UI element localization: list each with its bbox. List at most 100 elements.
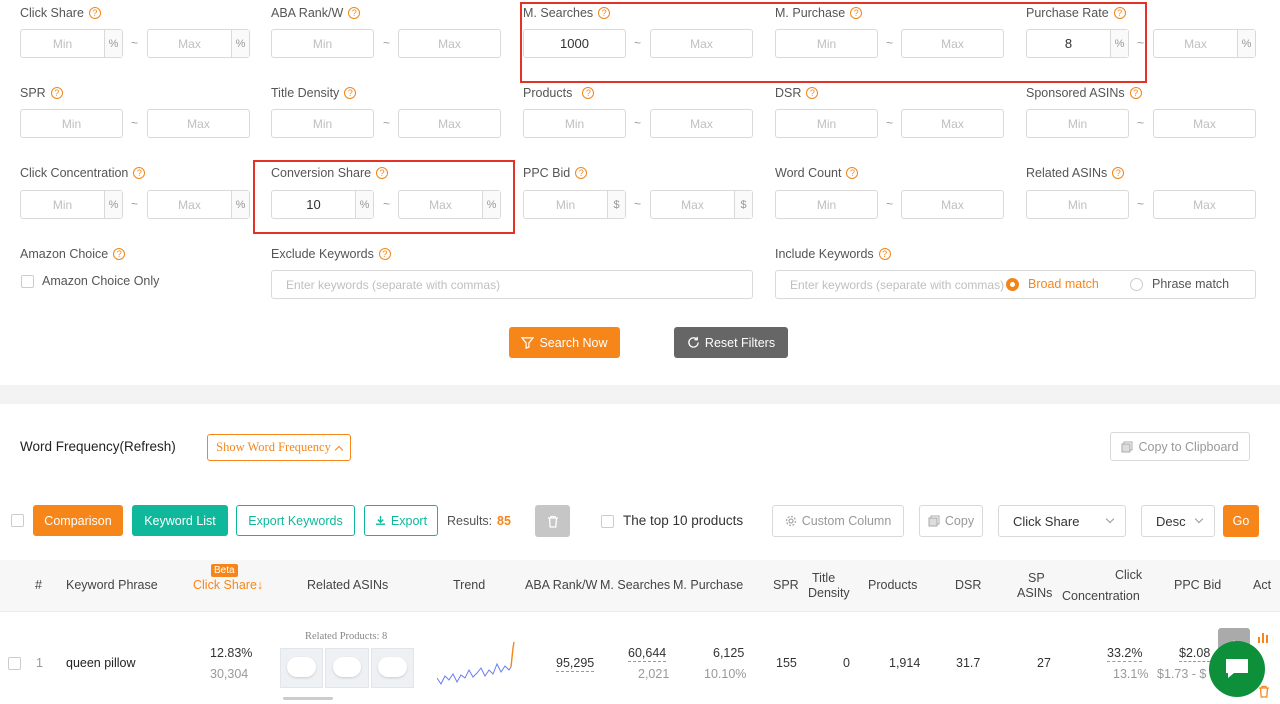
- ppc-bid-min-input[interactable]: Min $: [523, 190, 626, 219]
- chat-button[interactable]: [1209, 641, 1265, 697]
- export-button[interactable]: Export: [364, 505, 438, 536]
- related-asins-max-input[interactable]: Max: [1153, 190, 1256, 219]
- related-products-thumbnails[interactable]: [280, 648, 414, 688]
- search-now-button[interactable]: Search Now: [509, 327, 620, 358]
- help-icon[interactable]: ?: [575, 167, 588, 179]
- col-click-share[interactable]: Click Share↓: [193, 578, 263, 593]
- col-keyword[interactable]: Keyword Phrase: [66, 578, 158, 593]
- click-concentration-max-input[interactable]: Max%: [147, 190, 250, 219]
- amazon-choice-label: Amazon Choice?: [20, 247, 126, 261]
- word-count-max-input[interactable]: Max: [901, 190, 1004, 219]
- products-min-input[interactable]: Min: [523, 109, 626, 138]
- custom-column-button[interactable]: Custom Column: [772, 505, 904, 537]
- keyword-list-button[interactable]: Keyword List: [132, 505, 228, 536]
- col-sp-asins-line2[interactable]: ASINs: [1017, 586, 1052, 601]
- select-all-checkbox[interactable]: [11, 514, 24, 527]
- sort-field-select[interactable]: Click Share: [998, 505, 1126, 537]
- row-aba-rank[interactable]: 95,295: [556, 656, 595, 672]
- products-max-input[interactable]: Max: [650, 109, 753, 138]
- sponsored-asins-min-input[interactable]: Min: [1026, 109, 1129, 138]
- help-icon[interactable]: ?: [378, 248, 391, 260]
- title-density-min-input[interactable]: Min: [271, 109, 374, 138]
- spr-max-input[interactable]: Max: [147, 109, 250, 138]
- help-icon[interactable]: ?: [88, 7, 101, 19]
- bar-chart-icon[interactable]: [1257, 630, 1271, 644]
- broad-match-label[interactable]: Broad match: [1028, 277, 1099, 291]
- help-icon[interactable]: ?: [344, 87, 357, 99]
- help-icon[interactable]: ?: [133, 167, 146, 179]
- col-m-searches[interactable]: M. Searches: [600, 578, 670, 593]
- click-share-max-input[interactable]: Max%: [147, 29, 250, 58]
- col-spr[interactable]: SPR: [773, 578, 799, 593]
- word-frequency-title[interactable]: Word Frequency(Refresh): [20, 439, 176, 454]
- col-m-purchase[interactable]: M. Purchase: [673, 578, 743, 593]
- top10-label[interactable]: The top 10 products: [623, 513, 743, 528]
- top10-checkbox[interactable]: [601, 515, 614, 528]
- col-click-concentration-line2[interactable]: Concentration: [1062, 589, 1140, 604]
- col-dsr[interactable]: DSR: [955, 578, 981, 593]
- export-keywords-button[interactable]: Export Keywords: [236, 505, 355, 536]
- amazon-choice-checkbox-label[interactable]: Amazon Choice Only: [42, 274, 159, 288]
- col-title-density-line2[interactable]: Density: [808, 586, 850, 601]
- word-count-min-input[interactable]: Min: [775, 190, 878, 219]
- trash-icon[interactable]: [1257, 685, 1271, 699]
- purchase-rate-max-input[interactable]: Max%: [1153, 29, 1256, 58]
- col-ppc-bid[interactable]: PPC Bid: [1174, 578, 1221, 593]
- thumbnail-scrollbar[interactable]: [283, 697, 333, 700]
- product-thumbnail[interactable]: [325, 648, 369, 688]
- row-title-density: 0: [843, 656, 850, 670]
- delete-button[interactable]: [535, 505, 570, 537]
- keyword-list-label: Keyword List: [144, 513, 216, 528]
- help-icon[interactable]: ?: [878, 248, 891, 260]
- trend-sparkline[interactable]: [437, 640, 515, 692]
- aba-rank-max-input[interactable]: Max: [398, 29, 501, 58]
- help-icon[interactable]: ?: [1112, 167, 1125, 179]
- phrase-match-radio[interactable]: [1130, 278, 1143, 291]
- aba-rank-min-input[interactable]: Min: [271, 29, 374, 58]
- row-sp-asins: 27: [1037, 656, 1051, 670]
- dsr-min-input[interactable]: Min: [775, 109, 878, 138]
- go-button[interactable]: Go: [1223, 505, 1259, 537]
- range-separator: ~: [886, 197, 894, 211]
- help-icon[interactable]: ?: [806, 87, 819, 99]
- show-word-frequency-button[interactable]: Show Word Frequency: [207, 434, 351, 461]
- row-ppc-bid[interactable]: $2.08: [1179, 646, 1211, 662]
- sort-order-select[interactable]: Desc: [1141, 505, 1215, 537]
- click-share-min-input[interactable]: Min%: [20, 29, 123, 58]
- row-click-concentration[interactable]: 33.2%: [1107, 646, 1143, 662]
- comparison-button[interactable]: Comparison: [33, 505, 123, 536]
- click-concentration-min-input[interactable]: Min%: [20, 190, 123, 219]
- col-title-density-line1[interactable]: Title: [812, 571, 835, 586]
- broad-match-radio[interactable]: [1006, 278, 1019, 291]
- sponsored-asins-max-input[interactable]: Max: [1153, 109, 1256, 138]
- section-divider: [0, 385, 1280, 404]
- reset-filters-button[interactable]: Reset Filters: [674, 327, 788, 358]
- ppc-bid-max-input[interactable]: Max $: [650, 190, 753, 219]
- row-m-searches[interactable]: 60,644: [628, 646, 667, 662]
- col-products[interactable]: Products: [868, 578, 917, 593]
- amazon-choice-checkbox[interactable]: [21, 275, 34, 288]
- range-separator: ~: [131, 197, 139, 211]
- help-icon[interactable]: ?: [348, 7, 361, 19]
- col-click-concentration-line1[interactable]: Click: [1115, 568, 1142, 583]
- spr-min-input[interactable]: Min: [20, 109, 123, 138]
- copy-button[interactable]: Copy: [919, 505, 983, 537]
- refresh-icon: [688, 336, 699, 348]
- row-keyword[interactable]: queen pillow: [66, 656, 136, 670]
- dsr-max-input[interactable]: Max: [901, 109, 1004, 138]
- product-thumbnail[interactable]: [280, 648, 324, 688]
- help-icon[interactable]: ?: [846, 167, 859, 179]
- copy-to-clipboard-button[interactable]: Copy to Clipboard: [1110, 432, 1250, 461]
- title-density-max-input[interactable]: Max: [398, 109, 501, 138]
- product-thumbnail[interactable]: [370, 648, 414, 688]
- help-icon[interactable]: ?: [50, 87, 63, 99]
- help-icon[interactable]: ?: [582, 87, 595, 99]
- row-checkbox[interactable]: [8, 657, 21, 670]
- help-icon[interactable]: ?: [113, 248, 126, 260]
- phrase-match-label[interactable]: Phrase match: [1152, 277, 1229, 291]
- col-aba-rank[interactable]: ABA Rank/W: [525, 578, 597, 593]
- help-icon[interactable]: ?: [1129, 87, 1142, 99]
- exclude-keywords-input[interactable]: Enter keywords (separate with commas): [271, 270, 753, 299]
- col-sp-asins-line1[interactable]: SP: [1028, 571, 1045, 586]
- related-asins-min-input[interactable]: Min: [1026, 190, 1129, 219]
